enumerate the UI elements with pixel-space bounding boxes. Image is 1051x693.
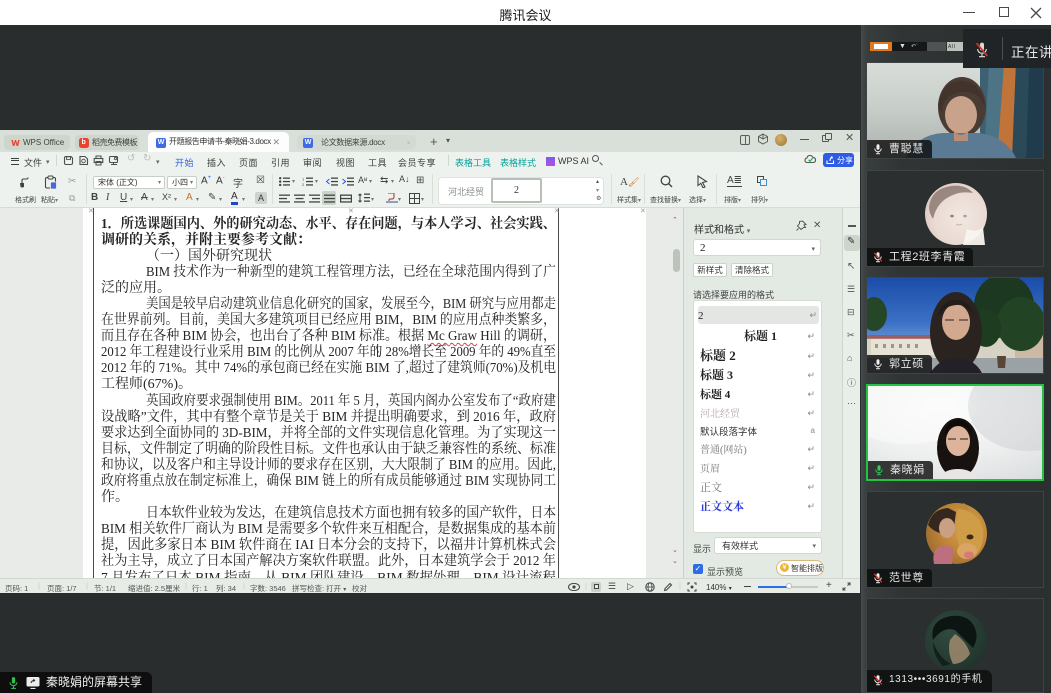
svg-text:2: 2 — [302, 182, 305, 186]
svg-text:1: 1 — [302, 177, 305, 182]
